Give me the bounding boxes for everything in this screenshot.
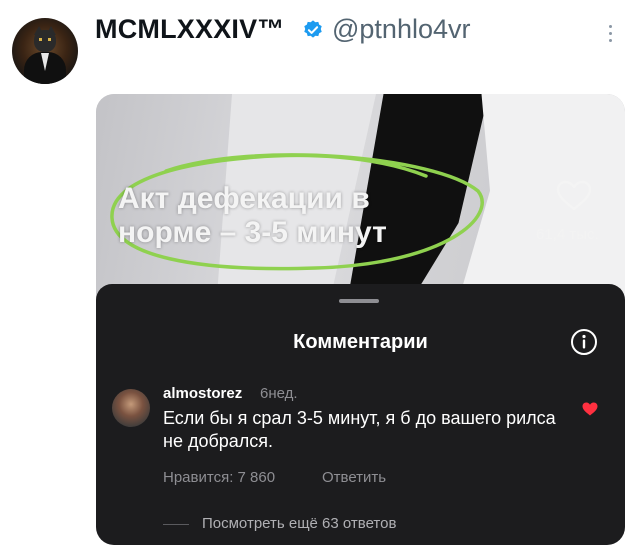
view-replies-link[interactable]: Посмотреть ещё 63 ответов (202, 515, 396, 532)
info-icon[interactable] (570, 328, 598, 356)
more-vertical-icon[interactable] (600, 22, 620, 46)
avatar-cat-eyes (39, 38, 51, 41)
heart-filled-icon[interactable] (582, 402, 598, 416)
comment-likes-count[interactable]: Нравится: 7 860 (163, 469, 275, 486)
replies-thread-line (163, 524, 189, 525)
comments-title: Комментарии (293, 331, 428, 353)
video-like-count: 61,4 тыс. (536, 226, 599, 243)
tweet-media-image[interactable]: Акт дефекации в норме – 3-5 минут 61,4 т… (96, 94, 625, 545)
avatar-cat-head (34, 30, 56, 52)
commenter-avatar[interactable] (112, 389, 150, 427)
video-caption-overlay: Акт дефекации в норме – 3-5 минут (118, 182, 387, 249)
display-name[interactable]: MCMLXXXIV™ (95, 14, 285, 45)
sheet-grabber-handle[interactable] (339, 299, 379, 303)
reply-button[interactable]: Ответить (322, 469, 386, 486)
profile-avatar[interactable] (12, 18, 78, 84)
user-handle[interactable]: @ptnhlo4vr (332, 14, 470, 45)
comments-sheet: Комментарии almostorez 6нед. Если бы я с… (96, 284, 625, 545)
heart-outline-icon[interactable] (556, 180, 592, 212)
verified-badge-icon (304, 20, 322, 38)
comment-timestamp: 6нед. (260, 385, 298, 402)
comment-text: Если бы я срал 3-5 минут, я б до вашего … (163, 408, 556, 451)
comment-username[interactable]: almostorez (163, 385, 242, 402)
